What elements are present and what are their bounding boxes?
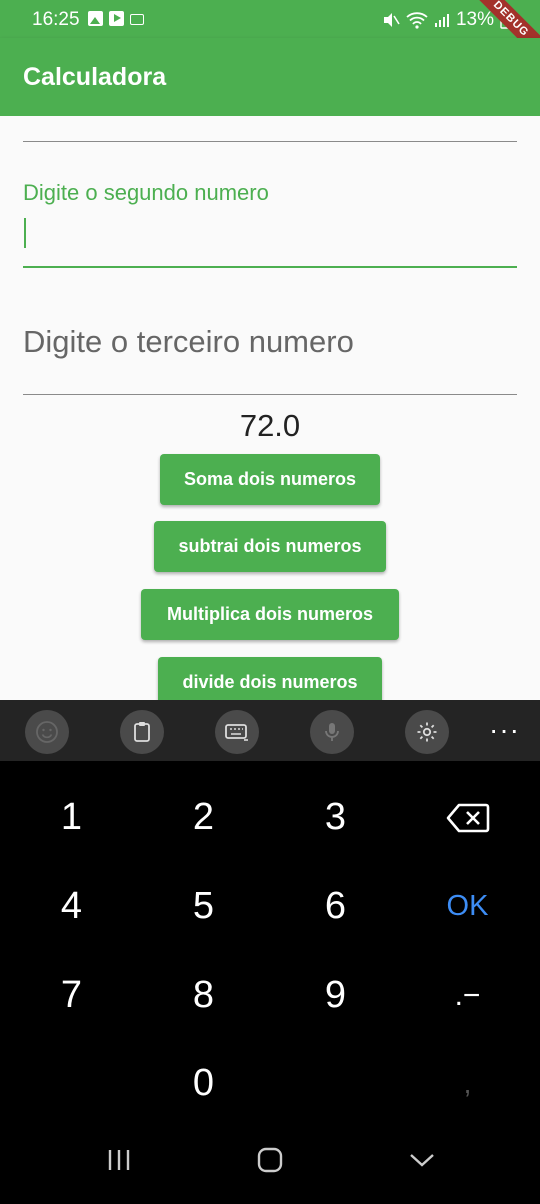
third-field-underline [23, 394, 517, 395]
key-5[interactable]: 5 [136, 862, 271, 951]
comma-key[interactable]: , [400, 1039, 535, 1128]
key-0[interactable]: 0 [136, 1039, 271, 1128]
key-6[interactable]: 6 [268, 862, 403, 951]
key-7[interactable]: 7 [4, 951, 139, 1040]
app-bar: Calculadora [0, 38, 540, 116]
notification-icons [88, 11, 144, 26]
gallery-icon [88, 11, 103, 26]
first-field-underline [23, 141, 517, 142]
numeric-keypad: 1 2 3 4 5 6 OK 7 8 9 .− 0 , [0, 761, 540, 1117]
microphone-icon[interactable] [310, 710, 354, 754]
ok-key[interactable]: OK [400, 862, 535, 951]
battery-percent: 13% [455, 9, 494, 30]
home-icon[interactable] [256, 1147, 284, 1173]
backspace-icon [446, 803, 489, 832]
youtube-icon [109, 11, 124, 26]
key-4[interactable]: 4 [4, 862, 139, 951]
divide-button[interactable]: divide dois numeros [158, 657, 382, 700]
multiply-button[interactable]: Multiplica dois numeros [141, 589, 399, 640]
recent-apps-icon[interactable] [106, 1147, 132, 1173]
status-bar: 16:25 13% DEBUG [0, 0, 540, 65]
key-8[interactable]: 8 [136, 951, 271, 1040]
sum-button[interactable]: Soma dois numeros [160, 454, 380, 505]
text-cursor [24, 218, 26, 248]
status-time: 16:25 [32, 9, 80, 30]
app-title: Calculadora [23, 63, 167, 91]
decimal-minus-key[interactable]: .− [400, 951, 535, 1040]
wifi-icon [406, 12, 428, 29]
settings-gear-icon[interactable] [405, 710, 449, 754]
backspace-key[interactable] [400, 773, 535, 862]
keyboard-notification-icon [130, 14, 144, 25]
third-field-placeholder: Digite o terceiro numero [23, 324, 354, 359]
key-3[interactable]: 3 [268, 773, 403, 862]
key-9[interactable]: 9 [268, 951, 403, 1040]
back-chevron-down-icon[interactable] [408, 1147, 436, 1173]
emoji-icon[interactable] [25, 710, 69, 754]
second-number-field[interactable]: Digite o segundo numero [23, 176, 517, 271]
result-text: 72.0 [239, 408, 301, 443]
subtract-button[interactable]: subtrai dois numeros [154, 521, 386, 572]
keyboard-mode-icon[interactable] [215, 710, 259, 754]
third-number-field[interactable]: Digite o terceiro numero [23, 316, 517, 396]
second-field-label: Digite o segundo numero [23, 180, 269, 205]
signal-icon [434, 14, 449, 27]
clipboard-icon[interactable] [120, 710, 164, 754]
navigation-bar [0, 1127, 540, 1204]
more-options-icon[interactable]: ··· [489, 714, 520, 746]
keyboard-toolbar: ··· [0, 700, 540, 761]
key-2[interactable]: 2 [136, 773, 271, 862]
second-field-underline [23, 266, 517, 268]
key-1[interactable]: 1 [4, 773, 139, 862]
mute-icon [383, 13, 400, 27]
main-content: Digite o segundo numero Digite o terceir… [0, 116, 540, 700]
